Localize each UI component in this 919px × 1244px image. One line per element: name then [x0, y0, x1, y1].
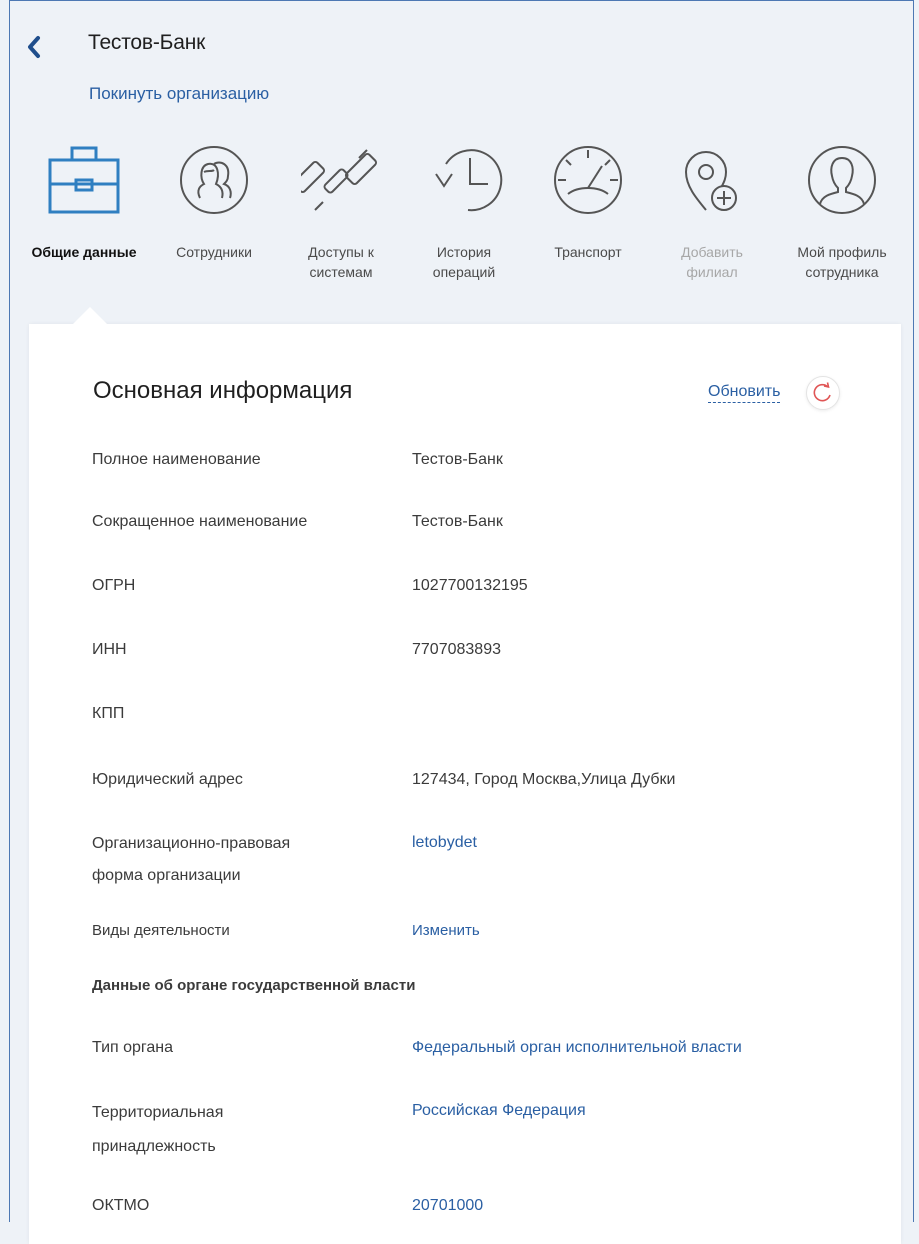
field-label-ogrn: ОГРН	[92, 577, 136, 594]
speedometer-icon	[554, 146, 622, 214]
user-profile-icon	[808, 146, 876, 214]
field-label-oktmo: ОКТМО	[92, 1197, 150, 1214]
field-label-kpp: КПП	[92, 705, 125, 722]
history-clock-icon	[435, 149, 503, 212]
refresh-button[interactable]	[806, 376, 840, 410]
nav-label-employees: Сотрудники	[176, 244, 252, 260]
field-label-activity-types: Виды деятельности	[92, 922, 230, 939]
field-value-oktmo[interactable]: 20701000	[412, 1191, 483, 1221]
nav-item-transport[interactable]: Транспорт	[532, 140, 644, 262]
location-add-icon	[684, 151, 737, 211]
refresh-icon	[813, 382, 831, 402]
field-label-authority-type: Тип органа	[92, 1039, 174, 1056]
change-activity-types-link[interactable]: Изменить	[412, 916, 480, 946]
refresh-link[interactable]: Обновить	[708, 382, 781, 403]
nav-item-employees[interactable]: Сотрудники	[158, 140, 270, 262]
people-icon	[180, 146, 248, 214]
section-title: Основная информация	[93, 377, 353, 404]
section-nav: Общие данные Сотрудники Доступы к систем…	[0, 140, 919, 310]
nav-item-add-branch[interactable]: Добавить филиал	[656, 140, 768, 282]
field-value-inn: 7707083893	[412, 641, 501, 658]
briefcase-icon	[48, 146, 120, 214]
nav-item-my-profile[interactable]: Мой профиль сотрудника	[776, 140, 908, 282]
nav-label-add-branch: Добавить филиал	[681, 244, 743, 280]
nav-item-general-data[interactable]: Общие данные	[18, 140, 150, 262]
field-value-territory[interactable]: Российская Федерация	[412, 1096, 586, 1126]
leave-organization-link[interactable]: Покинуть организацию	[89, 84, 269, 104]
active-tab-pointer	[72, 307, 108, 325]
nav-label-system-access: Доступы к системам	[308, 244, 374, 280]
field-label-legal-address: Юридический адрес	[92, 771, 243, 788]
field-value-legal-form[interactable]: letobydet	[412, 828, 477, 858]
nav-label-transport: Транспорт	[554, 244, 622, 260]
field-value-ogrn: 1027700132195	[412, 577, 528, 594]
nav-item-system-access[interactable]: Доступы к системам	[282, 140, 400, 282]
field-label-territory: Территориальная принадлежность	[92, 1104, 224, 1155]
field-value-legal-address: 127434, Город Москва,Улица Дубки	[412, 771, 676, 788]
nav-item-history[interactable]: История операций	[408, 140, 520, 282]
page-title: Тестов-Банк	[88, 31, 206, 54]
field-label-full-name: Полное наименование	[92, 451, 261, 468]
field-label-legal-form: Организационно-правовая форма организаци…	[92, 835, 291, 884]
chain-link-icon	[301, 149, 378, 211]
back-button[interactable]	[24, 32, 46, 62]
field-label-inn: ИНН	[92, 641, 127, 658]
chevron-left-icon	[28, 36, 40, 58]
nav-label-general-data: Общие данные	[31, 244, 137, 260]
field-value-short-name: Тестов-Банк	[412, 513, 503, 530]
nav-label-my-profile: Мой профиль сотрудника	[797, 244, 887, 280]
nav-label-history: История операций	[432, 244, 496, 280]
field-value-full-name: Тестов-Банк	[412, 451, 503, 468]
field-label-short-name: Сокращенное наименование	[92, 513, 308, 530]
gov-authority-heading: Данные об органе государственной власти	[92, 977, 416, 994]
field-value-authority-type[interactable]: Федеральный орган исполнительной власти	[412, 1033, 742, 1063]
